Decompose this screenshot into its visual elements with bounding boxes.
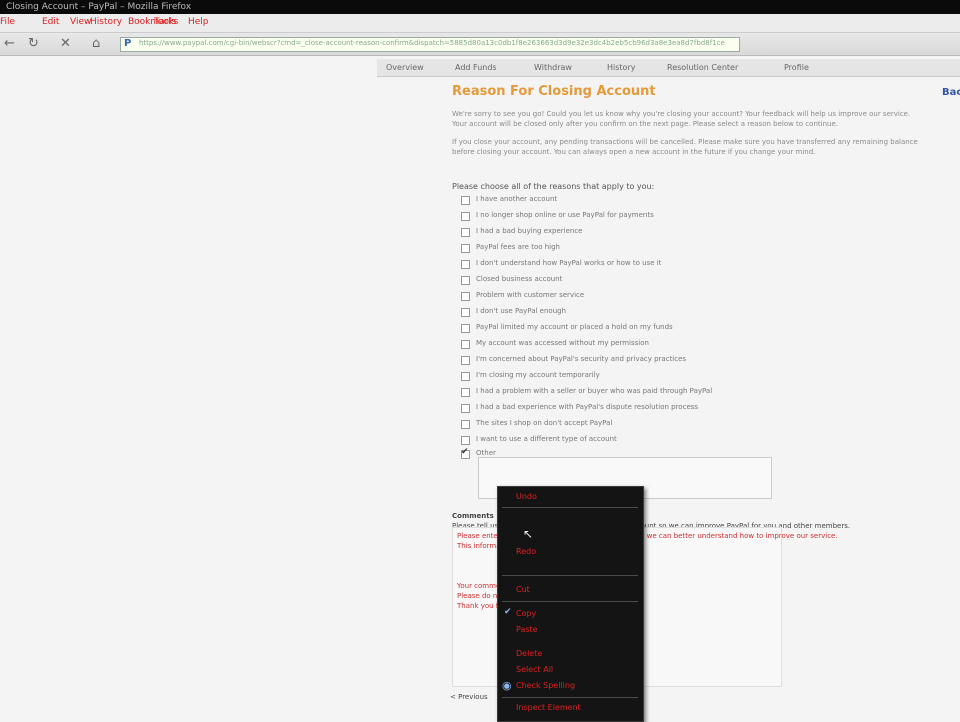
address-bar[interactable]: P https://www.paypal.com/cgi-bin/webscr?… xyxy=(120,37,740,52)
intro-text-line: We're sorry to see you go! Could you let… xyxy=(452,110,911,118)
reason-checkbox[interactable] xyxy=(461,372,470,381)
site-favicon-icon: P xyxy=(124,38,132,49)
back-link[interactable]: Back xyxy=(942,87,960,98)
menu-tools[interactable]: Tools xyxy=(154,17,176,27)
reason-checkbox[interactable] xyxy=(461,196,470,205)
menu-item-cut[interactable]: Cut xyxy=(516,585,530,594)
reason-label: I had a bad buying experience xyxy=(476,227,583,235)
reason-checkbox[interactable] xyxy=(461,276,470,285)
reason-checkbox[interactable] xyxy=(461,260,470,269)
reason-label: PayPal limited my account or placed a ho… xyxy=(476,323,673,331)
spellcheck-icon: ✔ xyxy=(504,607,512,617)
reason-label: My account was accessed without my permi… xyxy=(476,339,649,347)
menu-item-redo[interactable]: Redo xyxy=(516,547,536,556)
reason-checkbox[interactable] xyxy=(461,212,470,221)
reasons-prompt: Please choose all of the reasons that ap… xyxy=(452,182,655,191)
reason-checkbox[interactable] xyxy=(461,308,470,317)
other-checkbox[interactable] xyxy=(461,447,470,459)
reason-checkbox[interactable] xyxy=(461,436,470,445)
info-text-line: before closing your account. You can alw… xyxy=(452,148,816,156)
reason-checkbox[interactable] xyxy=(461,340,470,349)
menu-bar: File Edit View History Bookmarks Tools H… xyxy=(0,14,960,33)
info-text-line: If you close your account, any pending t… xyxy=(452,138,918,146)
menu-item-copy[interactable]: Copy xyxy=(516,609,536,618)
reason-checkbox[interactable] xyxy=(461,244,470,253)
reason-checkbox[interactable] xyxy=(461,388,470,397)
mouse-cursor-icon: ↖ xyxy=(523,527,534,541)
menu-separator xyxy=(502,507,638,508)
reason-label: I'm concerned about PayPal's security an… xyxy=(476,355,687,363)
reason-label: I'm closing my account temporarily xyxy=(476,371,600,379)
reason-label: I don't use PayPal enough xyxy=(476,307,567,315)
reason-label: I want to use a different type of accoun… xyxy=(476,435,617,443)
menu-item-delete[interactable]: Delete xyxy=(516,649,542,658)
page-title: Reason For Closing Account xyxy=(452,84,656,99)
reason-label: I don't understand how PayPal works or h… xyxy=(476,259,662,267)
reason-checkbox[interactable] xyxy=(461,292,470,301)
reason-checkbox[interactable] xyxy=(461,356,470,365)
menu-item-inspect-element[interactable]: Inspect Element xyxy=(516,703,581,712)
reason-label: I no longer shop online or use PayPal fo… xyxy=(476,211,654,219)
reason-checkbox[interactable] xyxy=(461,404,470,413)
menu-help[interactable]: Help xyxy=(188,17,209,27)
menu-history[interactable]: History xyxy=(90,17,122,27)
intro-text-line: Your account will be closed only after y… xyxy=(452,120,838,128)
reason-checkbox[interactable] xyxy=(461,420,470,429)
tab-resolution-center[interactable]: Resolution Center xyxy=(667,63,738,72)
menu-separator xyxy=(502,697,638,698)
reason-label: I have another account xyxy=(476,195,558,203)
window-title: Closing Account – PayPal – Mozilla Firef… xyxy=(6,2,192,12)
reason-label: I had a problem with a seller or buyer w… xyxy=(476,387,713,395)
menu-edit[interactable]: Edit xyxy=(42,17,59,27)
previous-link[interactable]: < Previous xyxy=(450,693,488,701)
menu-item-paste[interactable]: Paste xyxy=(516,625,538,634)
reason-label: Closed business account xyxy=(476,275,563,283)
tab-profile[interactable]: Profile xyxy=(784,63,809,72)
tab-add-funds[interactable]: Add Funds xyxy=(455,63,497,72)
home-icon[interactable]: ⌂ xyxy=(92,36,100,51)
menu-separator xyxy=(502,575,638,576)
menu-view[interactable]: View xyxy=(70,17,91,27)
reason-checkbox[interactable] xyxy=(461,324,470,333)
reason-label: Other xyxy=(476,449,496,457)
back-arrow-icon[interactable]: ← xyxy=(4,36,15,51)
menu-file[interactable]: File xyxy=(0,17,15,27)
stop-icon[interactable]: ✕ xyxy=(60,36,71,51)
reload-icon[interactable]: ↻ xyxy=(28,36,39,51)
account-tabs: Overview Add Funds Withdraw History Reso… xyxy=(377,59,960,77)
menu-item-check-spelling[interactable]: Check Spelling xyxy=(516,681,575,690)
menu-item-undo[interactable]: Undo xyxy=(516,492,537,501)
menu-item-select-all[interactable]: Select All xyxy=(516,665,553,674)
reason-label: PayPal fees are too high xyxy=(476,243,560,251)
comments-label: Comments xyxy=(452,512,494,520)
tab-overview[interactable]: Overview xyxy=(386,63,424,72)
address-url[interactable]: https://www.paypal.com/cgi-bin/webscr?cm… xyxy=(139,39,735,47)
menu-separator xyxy=(502,601,638,602)
tab-withdraw[interactable]: Withdraw xyxy=(534,63,572,72)
reason-label: The sites I shop on don't accept PayPal xyxy=(476,419,613,427)
globe-icon: ◉ xyxy=(502,679,512,692)
reason-checkbox[interactable] xyxy=(461,228,470,237)
context-menu: Undo Redo Cut ✔ Copy Paste Delete Select… xyxy=(497,486,644,722)
reason-label: I had a bad experience with PayPal's dis… xyxy=(476,403,699,411)
navigation-toolbar: ← ↻ ✕ ⌂ P https://www.paypal.com/cgi-bin… xyxy=(0,33,960,56)
reason-label: Problem with customer service xyxy=(476,291,585,299)
window-titlebar: Closing Account – PayPal – Mozilla Firef… xyxy=(0,0,960,14)
tab-history[interactable]: History xyxy=(607,63,635,72)
